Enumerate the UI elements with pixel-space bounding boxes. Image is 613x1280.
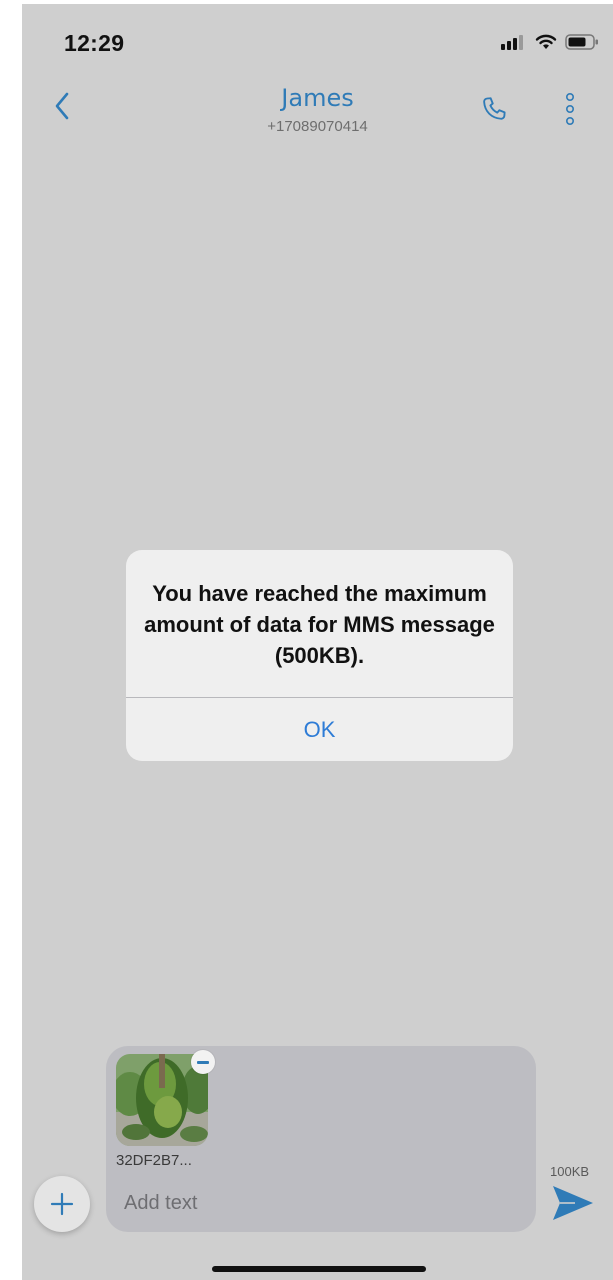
call-button[interactable] [472, 88, 516, 132]
ok-button[interactable]: OK [126, 698, 513, 761]
minus-icon [197, 1060, 209, 1064]
signal-icon [501, 35, 523, 50]
attachment-size-label: 100KB [550, 1164, 590, 1179]
battery-icon [565, 34, 598, 50]
contact-phone: +17089070414 [267, 118, 368, 135]
wifi-icon [535, 34, 557, 49]
status-icons [501, 34, 599, 50]
home-indicator [212, 1266, 426, 1272]
phone-icon [483, 97, 506, 120]
attachment-name: 32DF2B7... [116, 1152, 192, 1169]
message-input[interactable] [120, 1186, 528, 1220]
more-vertical-icon [565, 92, 575, 125]
more-options-button[interactable] [554, 86, 586, 132]
remove-attachment-button[interactable] [191, 1050, 215, 1074]
plus-icon [50, 1192, 74, 1216]
status-time: 12:29 [64, 30, 125, 56]
contact-name: James [281, 84, 354, 112]
send-icon [553, 1186, 593, 1220]
message-composer: 32DF2B7... [106, 1046, 536, 1232]
alert-message: You have reached the maximum amount of d… [144, 581, 495, 668]
add-attachment-button[interactable] [34, 1176, 90, 1232]
send-button[interactable] [548, 1180, 598, 1226]
alert-dialog: You have reached the maximum amount of d… [126, 550, 513, 761]
phone-screen: 12:29 James +17089070414 You have reache… [22, 4, 613, 1280]
